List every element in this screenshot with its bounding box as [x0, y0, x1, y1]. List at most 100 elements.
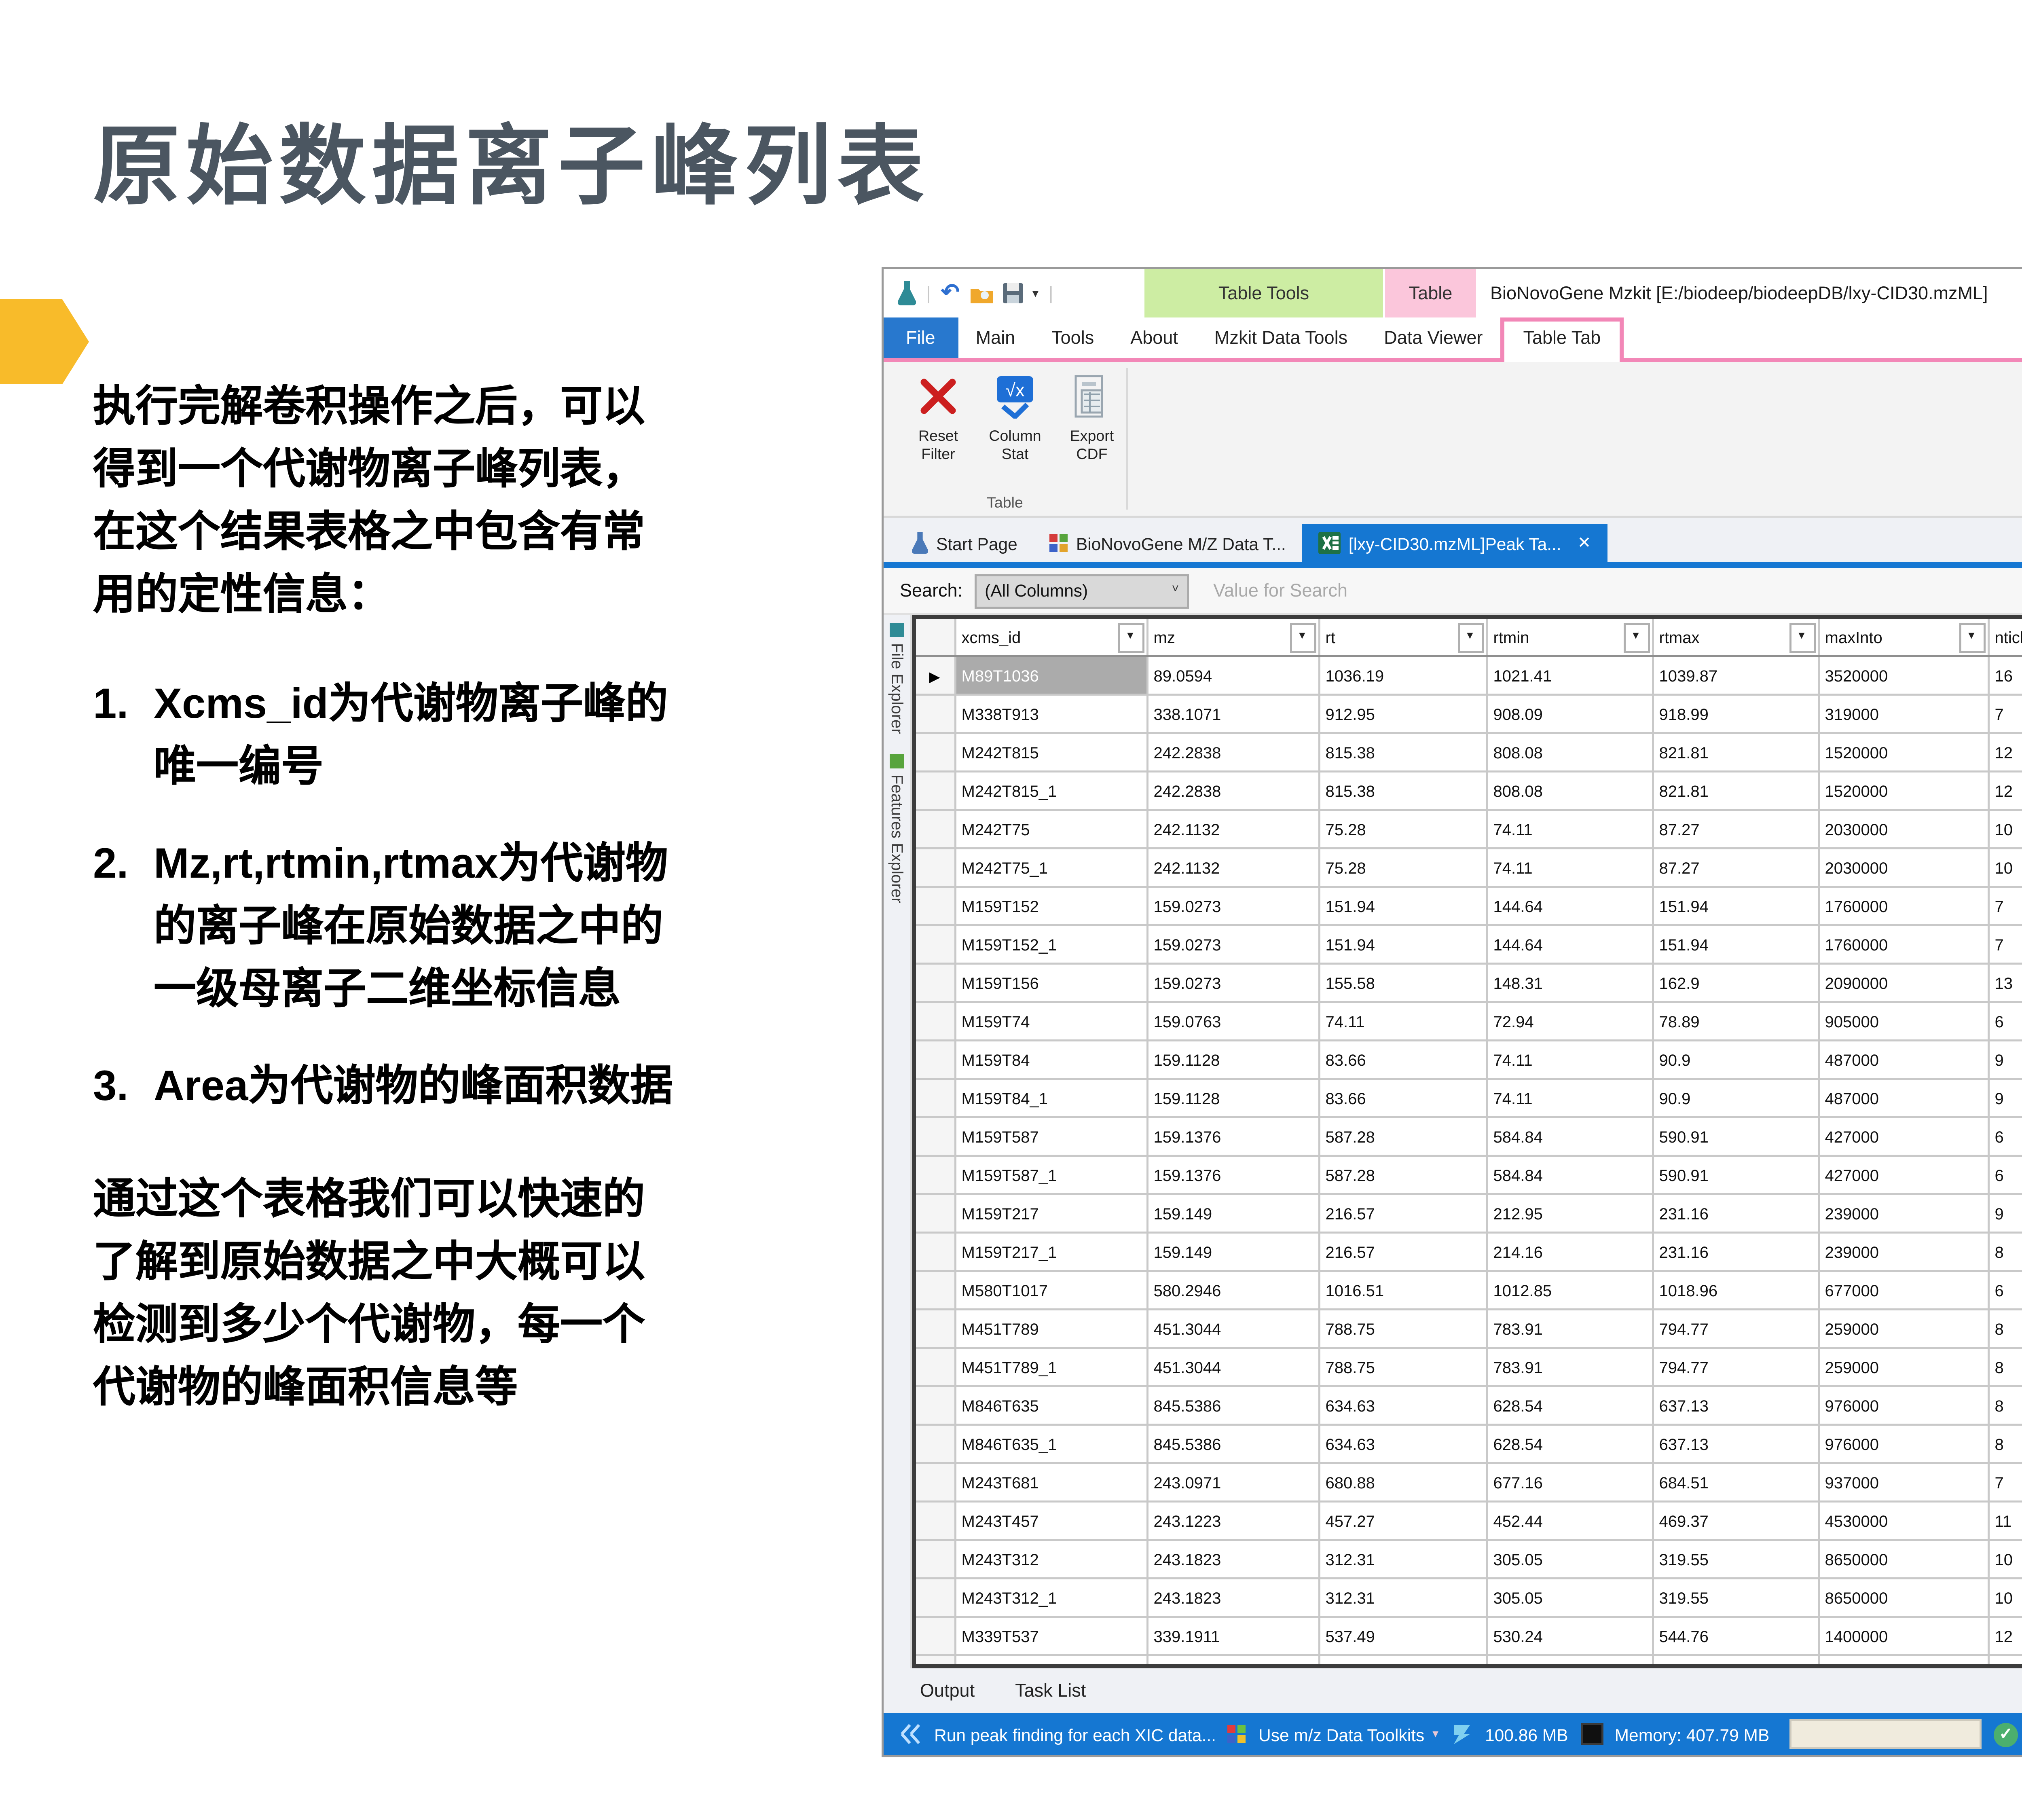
cell-xcms_id[interactable]: M159T152	[954, 887, 1146, 925]
cell-rt[interactable]: 1036.19	[1318, 656, 1486, 695]
table-row[interactable]: M242T815_1242.2838815.38808.08821.811520…	[916, 772, 2022, 810]
row-selector-cell[interactable]	[916, 1194, 954, 1233]
filter-dropdown-icon[interactable]: ▾	[1289, 623, 1316, 653]
cell-rt[interactable]: 537.49	[1318, 1617, 1486, 1655]
tab-mzkit-data-tools[interactable]: Mzkit Data Tools	[1196, 317, 1366, 358]
cell-mz[interactable]: 89.0594	[1146, 656, 1318, 695]
cell-nticks[interactable]: 16	[1988, 656, 2022, 695]
cell-mz[interactable]: 242.1132	[1146, 810, 1318, 849]
cell-rtmin[interactable]: 584.84	[1486, 1156, 1652, 1194]
cell-rtmin[interactable]: 212.95	[1486, 1194, 1652, 1233]
cell-mz[interactable]: 159.0273	[1146, 964, 1318, 1002]
column-header-maxInto[interactable]: maxInto▾	[1818, 617, 1988, 656]
cell-nticks[interactable]: 10	[1988, 810, 2022, 849]
row-selector-cell[interactable]	[916, 1463, 954, 1502]
toolkit-dropdown-icon[interactable]: ▼	[1430, 1728, 1440, 1740]
tab-file[interactable]: File	[884, 317, 958, 358]
cell-rtmin[interactable]: 1012.85	[1486, 1271, 1652, 1310]
cell-rt[interactable]: 680.88	[1318, 1463, 1486, 1502]
cell-mz[interactable]: 242.2838	[1146, 733, 1318, 772]
column-stat-button[interactable]: √x Column Stat	[977, 372, 1053, 463]
cell-rt[interactable]: 151.94	[1318, 925, 1486, 964]
cell-maxInto[interactable]: 2030000	[1818, 810, 1988, 849]
table-row[interactable]: M243T681243.0971680.88677.16684.51937000…	[916, 1463, 2022, 1502]
cell-nticks[interactable]: 13	[1988, 964, 2022, 1002]
cell-mz[interactable]: 159.1376	[1146, 1117, 1318, 1156]
cell-rt[interactable]: 912.95	[1318, 695, 1486, 733]
table-row[interactable]: M159T152159.0273151.94144.64151.94176000…	[916, 887, 2022, 925]
row-selector-cell[interactable]	[916, 733, 954, 772]
cell-rtmin[interactable]: 214.16	[1486, 1233, 1652, 1271]
column-header-rt[interactable]: rt▾	[1318, 617, 1486, 656]
table-row[interactable]: M580T1017580.29461016.511012.851018.9667…	[916, 1271, 2022, 1310]
cell-rt[interactable]: 587.28	[1318, 1117, 1486, 1156]
cell-mz[interactable]: 339.1911	[1146, 1617, 1318, 1655]
table-row[interactable]: M242T75_1242.113275.2874.1187.2720300001…	[916, 849, 2022, 887]
cell-xcms_id[interactable]: M159T217_1	[954, 1233, 1146, 1271]
cell-rtmax[interactable]: 90.9	[1652, 1041, 1818, 1079]
column-header-rtmax[interactable]: rtmax▾	[1652, 617, 1818, 656]
cell-nticks[interactable]: 7	[1988, 887, 2022, 925]
row-selector-cell[interactable]	[916, 1540, 954, 1579]
cell-rt[interactable]: 83.66	[1318, 1041, 1486, 1079]
cell-nticks[interactable]: 10	[1988, 1540, 2022, 1579]
cell-maxInto[interactable]: 1400000	[1818, 1617, 1988, 1655]
cell-rt[interactable]: 788.75	[1318, 1310, 1486, 1348]
tab-table-tab[interactable]: Table Tab	[1501, 317, 1623, 362]
column-header-mz[interactable]: mz▾	[1146, 617, 1318, 656]
cell-maxInto[interactable]: 937000	[1818, 1463, 1988, 1502]
cell-mz[interactable]: 159.1128	[1146, 1041, 1318, 1079]
cell-xcms_id[interactable]: M243T312	[954, 1540, 1146, 1579]
cell-maxInto[interactable]: 3520000	[1818, 656, 1988, 695]
status-toolkit-text[interactable]: Use m/z Data Toolkits	[1258, 1724, 1424, 1744]
cell-maxInto[interactable]: 8650000	[1818, 1579, 1988, 1617]
export-cdf-button[interactable]: Export CDF	[1053, 372, 1130, 463]
row-selector-cell[interactable]	[916, 1617, 954, 1655]
row-selector-cell[interactable]: ▶	[916, 656, 954, 695]
cell-mz[interactable]: 159.0273	[1146, 887, 1318, 925]
cell-rtmin[interactable]: 148.31	[1486, 964, 1652, 1002]
cell-xcms_id[interactable]: M159T587	[954, 1117, 1146, 1156]
filter-dropdown-icon[interactable]: ▾	[1117, 623, 1144, 653]
cell-nticks[interactable]: 8	[1988, 1348, 2022, 1386]
row-selector-cell[interactable]	[916, 1502, 954, 1540]
cell-rt[interactable]: 151.94	[1318, 887, 1486, 925]
cell-rt[interactable]: 312.31	[1318, 1540, 1486, 1579]
cell-maxInto[interactable]: 1760000	[1818, 887, 1988, 925]
tab-tools[interactable]: Tools	[1033, 317, 1112, 358]
cell-nticks[interactable]: 12	[1988, 772, 2022, 810]
cell-rtmin[interactable]: 72.94	[1486, 1002, 1652, 1041]
cell-rtmax[interactable]: 87.27	[1652, 849, 1818, 887]
cell-nticks[interactable]: 12	[1988, 1617, 2022, 1655]
cell-xcms_id[interactable]: M159T74	[954, 1002, 1146, 1041]
cell-nticks[interactable]: 9	[1988, 1079, 2022, 1117]
row-selector-cell[interactable]	[916, 964, 954, 1002]
cell-rtmin[interactable]: 628.54	[1486, 1425, 1652, 1463]
cell-rtmin[interactable]: 808.08	[1486, 733, 1652, 772]
cell-mz[interactable]: 451.3044	[1146, 1348, 1318, 1386]
cell-xcms_id[interactable]: M243T312_1	[954, 1579, 1146, 1617]
row-selector-cell[interactable]	[916, 772, 954, 810]
cell-rtmin[interactable]: 74.11	[1486, 849, 1652, 887]
cell-rtmax[interactable]: 637.13	[1652, 1425, 1818, 1463]
cell-rt[interactable]: 216.57	[1318, 1194, 1486, 1233]
column-header-nticks[interactable]: nticks▾	[1988, 617, 2022, 656]
cell-xcms_id[interactable]: M243T681	[954, 1463, 1146, 1502]
cell-rtmin[interactable]: 452.44	[1486, 1502, 1652, 1540]
dock-tab-features-explorer[interactable]: Features Explorer	[888, 754, 906, 903]
cell-maxInto[interactable]: 259000	[1818, 1310, 1988, 1348]
cell-mz[interactable]: 242.1132	[1146, 849, 1318, 887]
row-selector-cell[interactable]	[916, 887, 954, 925]
cell-rtmax[interactable]: 590.91	[1652, 1156, 1818, 1194]
cell-nticks[interactable]: 6	[1988, 1002, 2022, 1041]
cell-rtmin[interactable]: 628.54	[1486, 1386, 1652, 1425]
cell-rtmax[interactable]: 78.89	[1652, 1002, 1818, 1041]
table-row[interactable]: M338T913338.1071912.95908.09918.99319000…	[916, 695, 2022, 733]
cell-rt[interactable]: 75.28	[1318, 849, 1486, 887]
table-row[interactable]: M846T635_1845.5386634.63628.54637.139760…	[916, 1425, 2022, 1463]
table-row[interactable]: M159T217159.149216.57212.95231.162390009…	[916, 1194, 2022, 1233]
doc-tab-start-page[interactable]: Start Page	[896, 524, 1034, 562]
cell-rt[interactable]: 312.31	[1318, 1579, 1486, 1617]
table-row[interactable]: M159T84159.112883.6674.1190.948700095800…	[916, 1041, 2022, 1079]
cell-rtmax[interactable]: 90.9	[1652, 1079, 1818, 1117]
